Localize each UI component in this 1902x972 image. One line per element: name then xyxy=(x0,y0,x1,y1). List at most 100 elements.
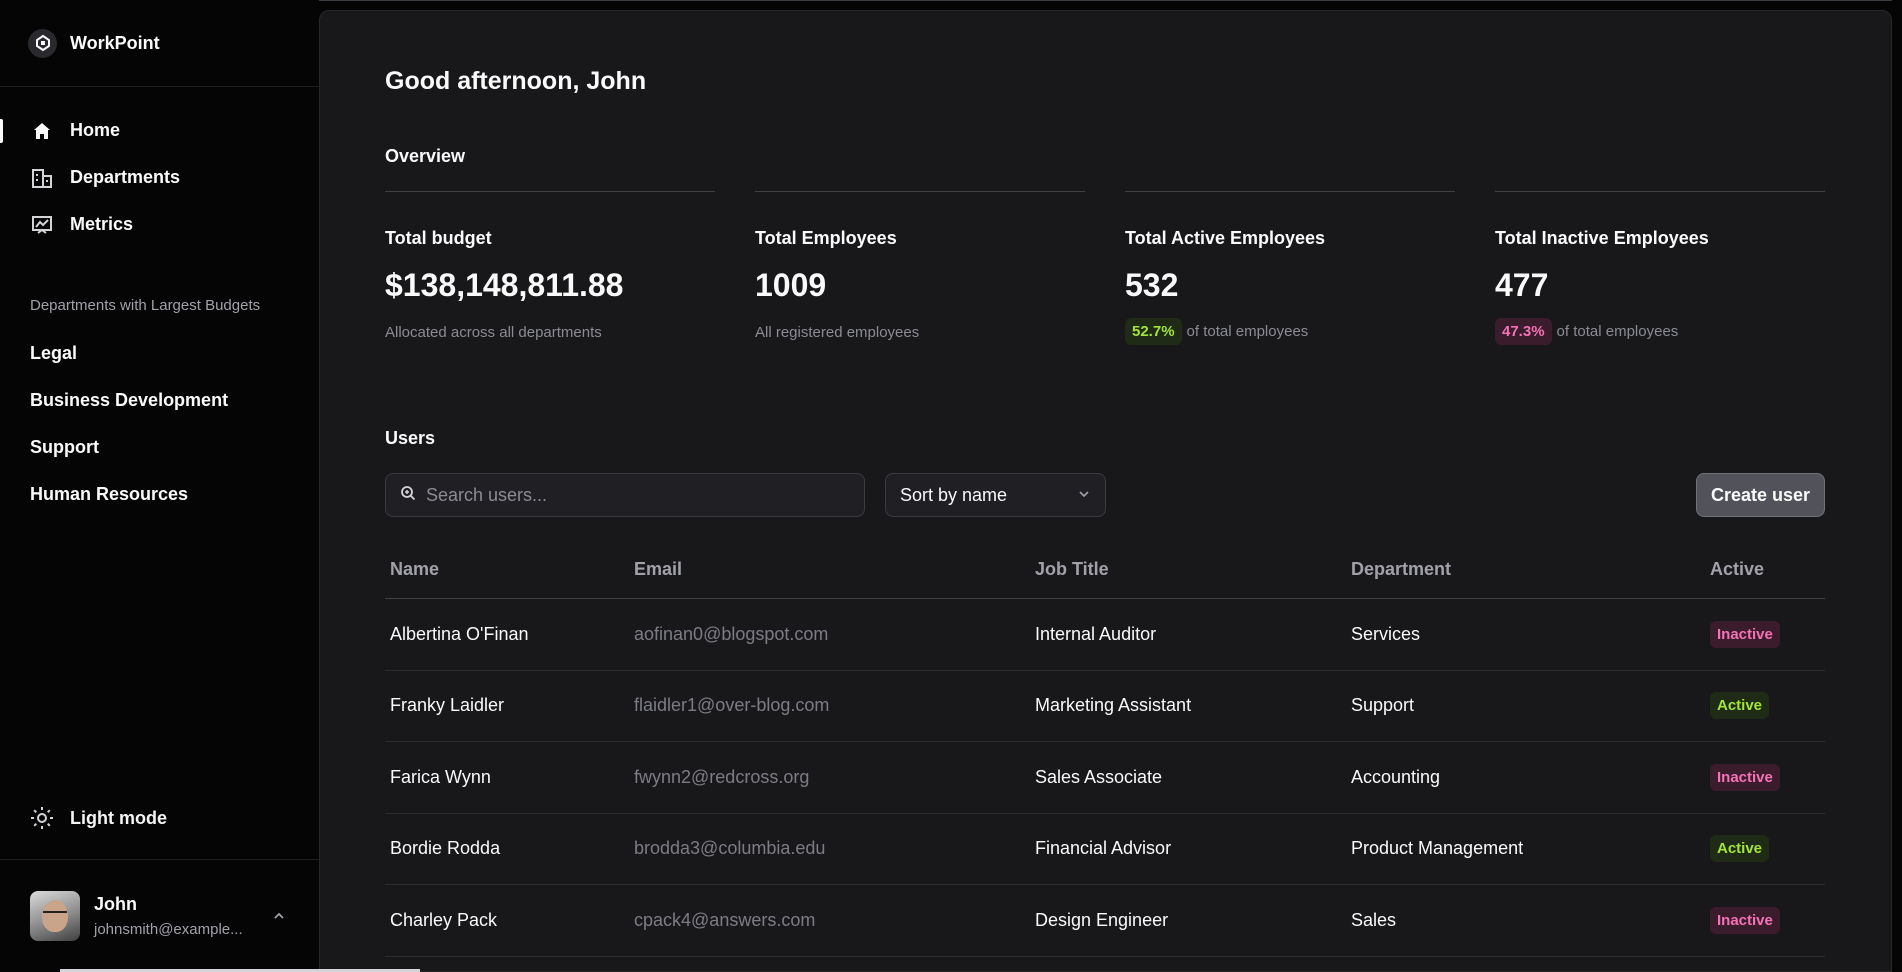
main-nav: Home Departments Metrics xyxy=(0,87,319,248)
column-header-job-title[interactable]: Job Title xyxy=(1035,559,1351,580)
column-header-name[interactable]: Name xyxy=(385,559,634,580)
status-badge: Active xyxy=(1710,835,1770,863)
stat-subtext: of total employees xyxy=(1186,323,1309,340)
nav-item-label: Metrics xyxy=(70,214,134,234)
cell-name: Franky Laidler xyxy=(390,695,505,716)
cell-name: Bordie Rodda xyxy=(390,838,501,859)
users-toolbar: Sort by name Create user xyxy=(385,473,1825,517)
table-row[interactable]: Farica Wynn fwynn2@redcross.org Sales As… xyxy=(385,742,1825,814)
stat-value: $138,148,811.88 xyxy=(385,267,624,303)
stat-subtext: of total employees xyxy=(1556,323,1679,340)
cell-department: Sales xyxy=(1351,909,1397,930)
users-title: Users xyxy=(385,428,436,448)
largest-budgets-section-title: Departments with Largest Budgets xyxy=(30,297,261,314)
chevron-up-icon[interactable] xyxy=(269,906,289,926)
stat-label: Total Active Employees xyxy=(1125,228,1326,248)
percent-badge: 52.7% xyxy=(1125,318,1182,345)
cell-email: brodda3@columbia.edu xyxy=(634,838,826,859)
avatar xyxy=(30,891,80,941)
cell-job-title: Sales Associate xyxy=(1035,766,1163,787)
brand[interactable]: WorkPoint xyxy=(0,0,319,87)
search-box xyxy=(385,473,865,517)
page-greeting: Good afternoon, John xyxy=(385,67,647,95)
table-header: Name Email Job Title Department Active xyxy=(385,541,1825,599)
sort-select-value: Sort by name xyxy=(900,484,1008,505)
stat-value: 1009 xyxy=(755,267,827,303)
status-badge: Inactive xyxy=(1710,906,1780,934)
nav-item-departments[interactable]: Departments xyxy=(0,154,319,201)
overview-title: Overview xyxy=(385,146,466,166)
stat-total-budget: Total budget $138,148,811.88 Allocated a… xyxy=(385,191,715,345)
cell-job-title: Marketing Assistant xyxy=(1035,695,1192,716)
dept-link-business-development[interactable]: Business Development xyxy=(0,377,319,424)
dept-link-legal[interactable]: Legal xyxy=(0,330,319,377)
stat-label: Total Inactive Employees xyxy=(1495,228,1709,248)
search-icon xyxy=(400,485,416,506)
nav-item-home[interactable]: Home xyxy=(0,107,319,154)
stat-subtext: Allocated across all departments xyxy=(385,324,602,341)
main-panel: Good afternoon, John Overview Total budg… xyxy=(319,10,1892,972)
stat-value: 477 xyxy=(1495,267,1549,303)
stat-total-employees: Total Employees 1009 All registered empl… xyxy=(755,191,1085,345)
status-badge: Active xyxy=(1710,692,1770,720)
users-table: Name Email Job Title Department Active A… xyxy=(385,541,1825,957)
cell-job-title: Internal Auditor xyxy=(1035,623,1157,644)
workpoint-logo-icon xyxy=(28,28,57,58)
user-name: John xyxy=(94,894,137,914)
sidebar: WorkPoint Home Departments Metrics Depar… xyxy=(0,0,319,972)
sort-select[interactable]: Sort by name xyxy=(885,473,1106,517)
column-header-email[interactable]: Email xyxy=(634,559,1035,580)
cell-department: Accounting xyxy=(1351,766,1441,787)
largest-budgets-list: Legal Business Development Support Human… xyxy=(0,330,319,518)
table-row[interactable]: Albertina O'Finan aofinan0@blogspot.com … xyxy=(385,599,1825,671)
cell-email: cpack4@answers.com xyxy=(634,909,816,930)
light-mode-label: Light mode xyxy=(70,807,167,828)
user-menu[interactable]: John johnsmith@example... xyxy=(0,859,319,972)
app-name: WorkPoint xyxy=(70,32,160,53)
nav-item-label: Home xyxy=(70,120,121,140)
stats-row: Total budget $138,148,811.88 Allocated a… xyxy=(385,191,1825,345)
cell-name: Charley Pack xyxy=(390,909,498,930)
cell-department: Services xyxy=(1351,623,1421,644)
stat-subtext: All registered employees xyxy=(755,324,920,341)
nav-item-label: Departments xyxy=(70,167,181,187)
percent-badge: 47.3% xyxy=(1495,318,1552,345)
cell-job-title: Design Engineer xyxy=(1035,909,1169,930)
cell-email: aofinan0@blogspot.com xyxy=(634,623,829,644)
stat-label: Total Employees xyxy=(755,228,897,248)
stat-value: 532 xyxy=(1125,267,1179,303)
create-user-button[interactable]: Create user xyxy=(1696,473,1825,517)
stat-label: Total budget xyxy=(385,228,492,248)
building-icon xyxy=(30,166,54,190)
dept-link-support[interactable]: Support xyxy=(0,424,319,471)
chevron-down-icon xyxy=(1077,485,1091,506)
cell-job-title: Financial Advisor xyxy=(1035,838,1172,859)
dept-link-human-resources[interactable]: Human Resources xyxy=(0,471,319,518)
nav-item-metrics[interactable]: Metrics xyxy=(0,201,319,248)
cell-email: flaidler1@over-blog.com xyxy=(634,695,830,716)
search-input[interactable] xyxy=(426,484,846,506)
window-right-edge xyxy=(1892,0,1902,972)
column-header-department[interactable]: Department xyxy=(1351,559,1710,580)
stat-inactive-employees: Total Inactive Employees 477 47.3% of to… xyxy=(1495,191,1825,345)
chart-icon xyxy=(30,213,54,237)
home-icon xyxy=(30,119,54,143)
user-info: John johnsmith@example... xyxy=(94,894,269,938)
stat-subtext-row: 47.3% of total employees xyxy=(1495,318,1825,345)
table-row[interactable]: Charley Pack cpack4@answers.com Design E… xyxy=(385,885,1825,957)
stat-active-employees: Total Active Employees 532 52.7% of tota… xyxy=(1125,191,1455,345)
cell-name: Albertina O'Finan xyxy=(390,623,529,644)
cell-department: Support xyxy=(1351,695,1415,716)
column-header-active[interactable]: Active xyxy=(1710,559,1825,580)
cell-email: fwynn2@redcross.org xyxy=(634,766,810,787)
sun-icon xyxy=(30,806,54,830)
status-badge: Inactive xyxy=(1710,763,1780,791)
status-badge: Inactive xyxy=(1710,620,1780,648)
cell-name: Farica Wynn xyxy=(390,766,491,787)
user-email: johnsmith@example... xyxy=(94,921,243,938)
stat-subtext-row: 52.7% of total employees xyxy=(1125,318,1455,345)
cell-department: Product Management xyxy=(1351,838,1524,859)
table-row[interactable]: Bordie Rodda brodda3@columbia.edu Financ… xyxy=(385,814,1825,885)
table-row[interactable]: Franky Laidler flaidler1@over-blog.com M… xyxy=(385,671,1825,742)
light-mode-toggle[interactable]: Light mode xyxy=(30,806,167,830)
